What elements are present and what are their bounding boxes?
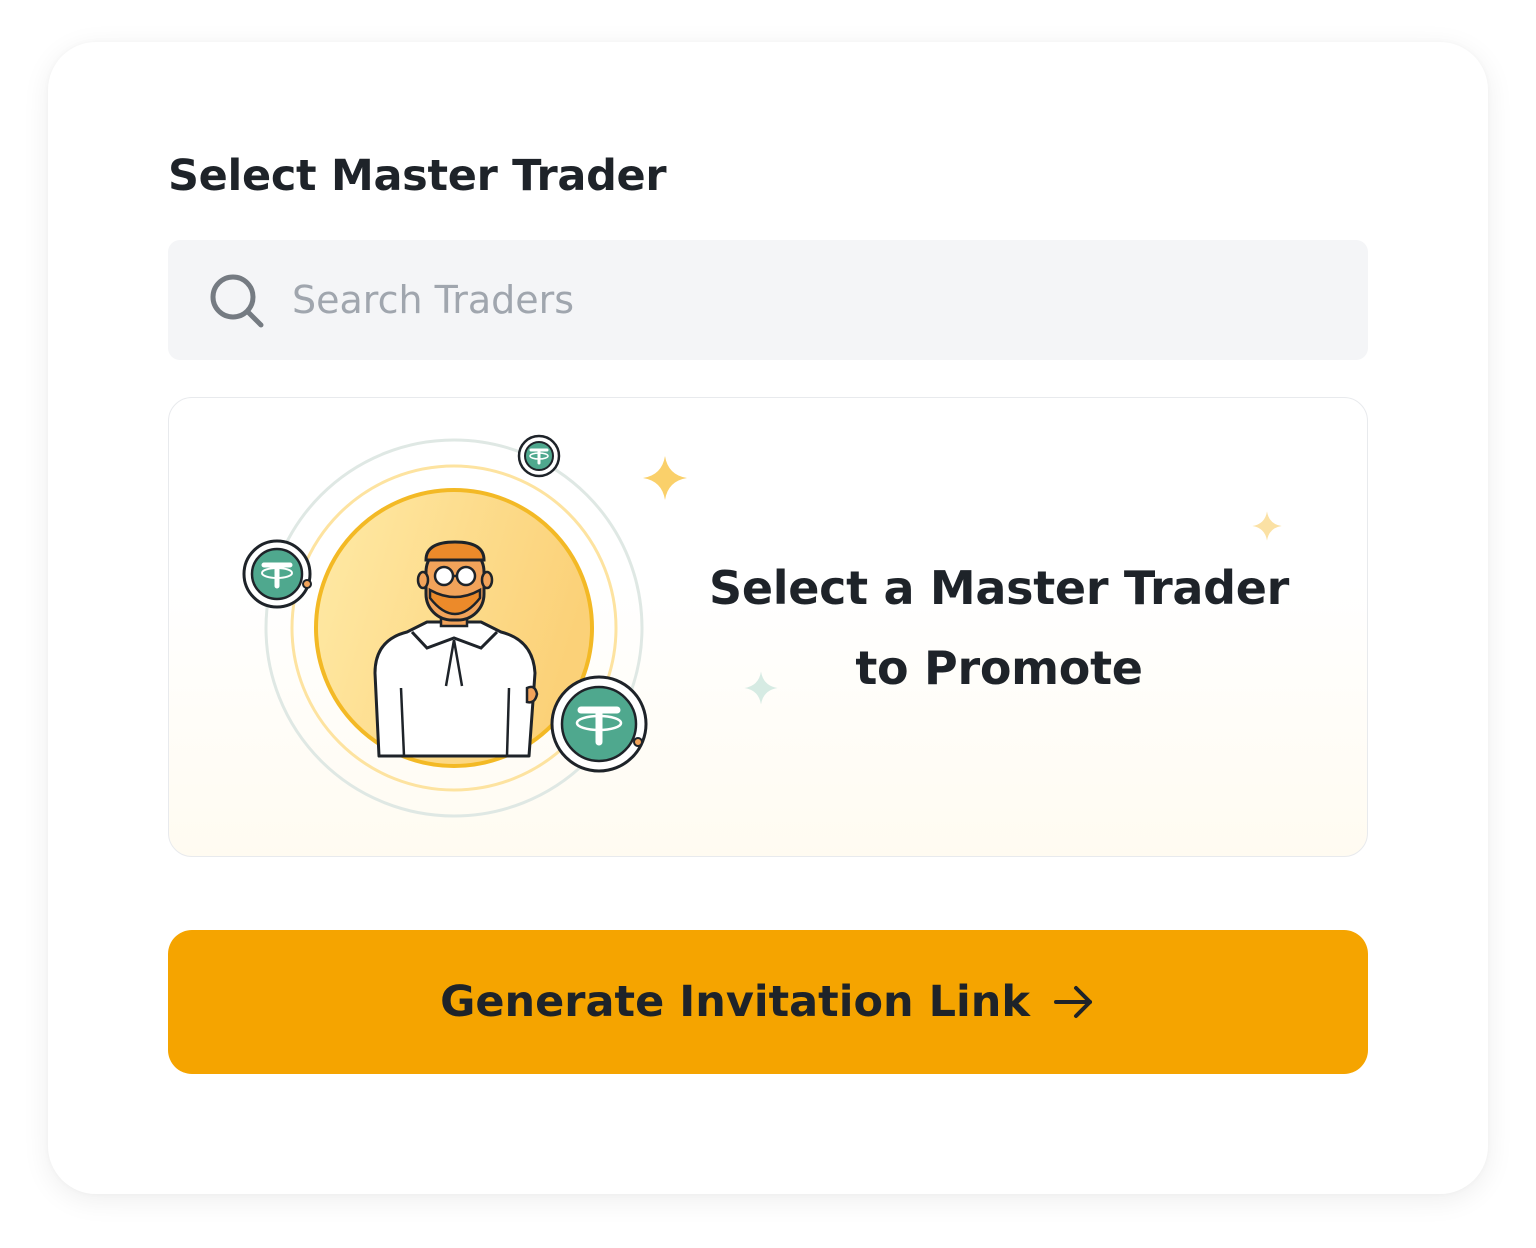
promo-message: Select a Master Trader to Promote [679, 548, 1319, 708]
search-input[interactable] [292, 240, 1332, 360]
arrow-right-icon [1053, 986, 1092, 1018]
usdt-coin-left-icon [242, 539, 312, 609]
sparkle-icon [643, 456, 687, 500]
search-icon [210, 274, 264, 328]
section-title: Select Master Trader [168, 151, 667, 201]
promo-line-1: Select a Master Trader [709, 561, 1289, 615]
select-trader-card: Select Master Trader Search Traders Sele… [48, 42, 1488, 1194]
promo-line-2: to Promote [855, 641, 1143, 695]
usdt-coin-small-icon [517, 434, 561, 478]
usdt-coin-large-icon [550, 675, 648, 773]
generate-invitation-link-button[interactable]: Generate Invitation Link [168, 930, 1368, 1074]
sparkle-icon [1252, 511, 1282, 541]
generate-button-label: Generate Invitation Link [440, 977, 1030, 1027]
search-box[interactable] [168, 240, 1368, 360]
promo-panel: Select a Master Trader to Promote [168, 397, 1368, 857]
